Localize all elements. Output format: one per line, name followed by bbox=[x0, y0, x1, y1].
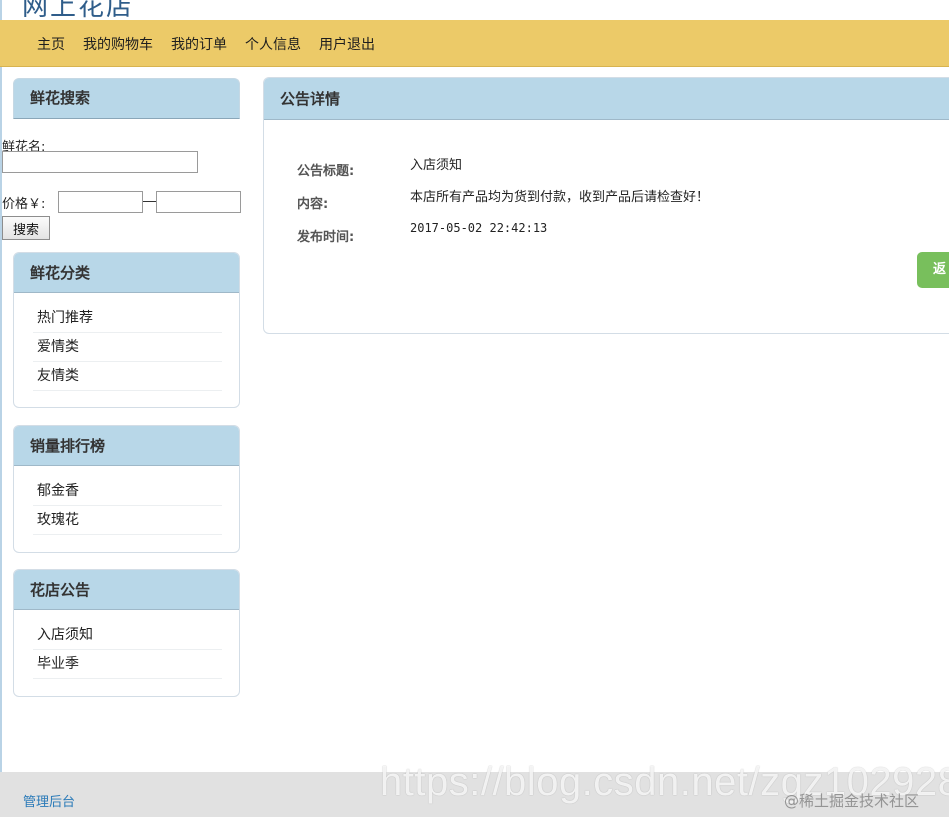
flower-name-input[interactable] bbox=[2, 151, 198, 173]
notice-panel-title: 花店公告 bbox=[14, 570, 239, 610]
notice-item[interactable]: 入店须知 bbox=[33, 622, 222, 650]
category-list: 热门推荐 爱情类 友情类 bbox=[14, 293, 239, 391]
admin-link[interactable]: 管理后台 bbox=[23, 791, 75, 810]
nav-item-logout[interactable]: 用户退出 bbox=[319, 34, 375, 54]
notice-title-label: 公告标题: bbox=[297, 164, 355, 179]
nav-item-home[interactable]: 主页 bbox=[37, 34, 65, 54]
search-panel-header: 鲜花搜索 bbox=[13, 78, 240, 119]
price-min-input[interactable] bbox=[58, 191, 143, 213]
watermark-community: @稀土掘金技术社区 bbox=[784, 792, 920, 810]
notice-content-label: 内容: bbox=[297, 197, 329, 212]
notice-panel: 花店公告 入店须知 毕业季 bbox=[13, 569, 240, 697]
top-navbar: 主页 我的购物车 我的订单 个人信息 用户退出 bbox=[0, 20, 949, 67]
notice-list: 入店须知 毕业季 bbox=[14, 610, 239, 679]
price-max-input[interactable] bbox=[156, 191, 241, 213]
ranking-item[interactable]: 郁金香 bbox=[33, 478, 222, 506]
ranking-list: 郁金香 玫瑰花 bbox=[14, 466, 239, 535]
back-button[interactable]: 返 bbox=[917, 252, 949, 288]
notice-content-value: 本店所有产品均为货到付款，收到产品后请检查好！ bbox=[410, 190, 710, 205]
notice-detail-panel: 公告详情 bbox=[263, 77, 949, 334]
publish-time-value: 2017-05-02 22:42:13 bbox=[410, 221, 548, 235]
category-item-hot[interactable]: 热门推荐 bbox=[33, 305, 222, 333]
nav-item-profile[interactable]: 个人信息 bbox=[245, 34, 301, 54]
category-item-friendship[interactable]: 友情类 bbox=[33, 363, 222, 391]
notice-item[interactable]: 毕业季 bbox=[33, 651, 222, 679]
category-panel: 鲜花分类 热门推荐 爱情类 友情类 bbox=[13, 252, 240, 408]
search-button[interactable]: 搜索 bbox=[2, 216, 50, 240]
price-range-dash bbox=[143, 201, 156, 202]
nav-item-cart[interactable]: 我的购物车 bbox=[83, 34, 153, 54]
category-panel-title: 鲜花分类 bbox=[14, 253, 239, 293]
ranking-panel: 销量排行榜 郁金香 玫瑰花 bbox=[13, 425, 240, 553]
category-item-love[interactable]: 爱情类 bbox=[33, 334, 222, 362]
price-label: 价格￥: bbox=[2, 197, 46, 212]
ranking-panel-title: 销量排行榜 bbox=[14, 426, 239, 466]
notice-title-value: 入店须知 bbox=[410, 158, 463, 173]
ranking-item[interactable]: 玫瑰花 bbox=[33, 507, 222, 535]
nav-item-orders[interactable]: 我的订单 bbox=[171, 34, 227, 54]
left-border bbox=[0, 0, 2, 817]
publish-time-label: 发布时间: bbox=[297, 230, 355, 245]
notice-detail-title: 公告详情 bbox=[264, 78, 949, 120]
